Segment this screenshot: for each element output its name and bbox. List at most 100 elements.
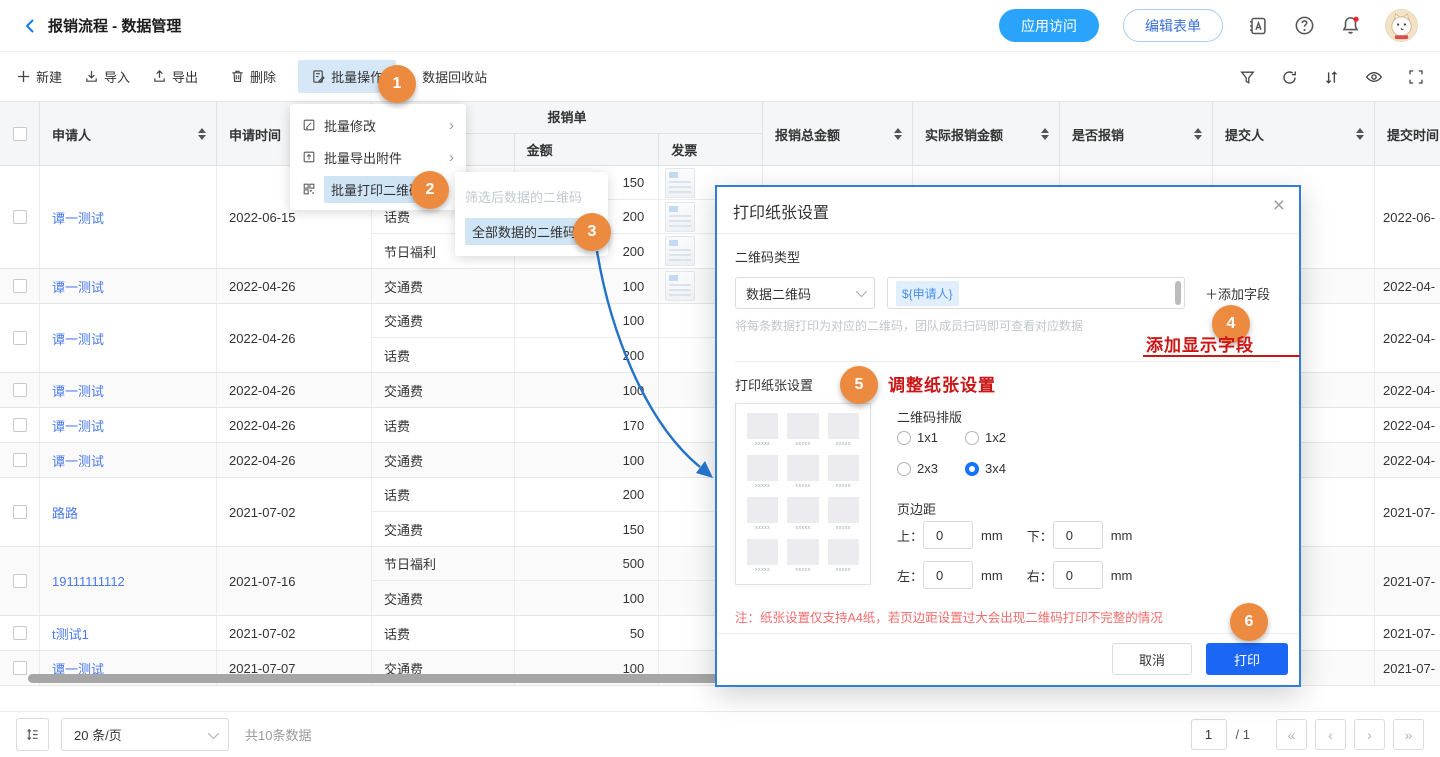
margin-bottom-input[interactable] <box>1053 521 1103 549</box>
radio-option-1x2[interactable]: 1x2 <box>965 430 1006 445</box>
qr-content-input[interactable]: ${申请人} <box>887 277 1185 309</box>
filter-icon[interactable] <box>1239 69 1256 86</box>
app-access-button[interactable]: 应用访问 <box>999 9 1099 42</box>
row-checkbox[interactable] <box>13 661 27 675</box>
import-button[interactable]: 导入 <box>84 67 130 86</box>
radio-option-3x4[interactable]: 3x4 <box>965 461 1006 476</box>
next-page-button[interactable]: › <box>1354 719 1385 750</box>
row-checkbox[interactable] <box>13 505 27 519</box>
field-tag[interactable]: ${申请人} <box>896 281 959 306</box>
radio-icon-selected[interactable] <box>965 462 979 476</box>
margin-top-input[interactable] <box>923 521 973 549</box>
row-checkbox[interactable] <box>13 453 27 467</box>
expense-category-cell: 交通费 <box>372 581 515 615</box>
export-button[interactable]: 导出 <box>152 67 198 86</box>
sort-icon[interactable] <box>1194 128 1202 140</box>
export-icon <box>152 69 167 84</box>
bell-icon[interactable] <box>1339 15 1361 37</box>
row-checkbox[interactable] <box>13 574 27 588</box>
column-header-amount[interactable]: 金额 <box>515 134 660 165</box>
applicant-link[interactable]: 谭一测试 <box>52 381 104 400</box>
applicant-link[interactable]: 路路 <box>52 503 78 522</box>
radio-icon[interactable] <box>897 462 911 476</box>
expense-items: 话费170 <box>372 408 763 442</box>
sort-icon[interactable] <box>1356 128 1364 140</box>
new-record-button[interactable]: 新建 <box>16 67 62 86</box>
row-checkbox[interactable] <box>13 418 27 432</box>
qr-caption: xxxxx <box>795 483 810 489</box>
row-checkbox[interactable] <box>13 210 27 224</box>
applicant-link[interactable]: t测试1 <box>52 624 89 643</box>
prev-page-button[interactable]: ‹ <box>1315 719 1346 750</box>
step-badge-1: 1 <box>378 65 416 103</box>
applicant-link[interactable]: 19111111112 <box>52 574 125 589</box>
applicant-link[interactable]: 谭一测试 <box>52 329 104 348</box>
sort-icon[interactable] <box>1041 128 1049 140</box>
table-toolbar: 新建 导入 导出 删除 批量操作 数据回收站 <box>0 52 1440 102</box>
row-checkbox[interactable] <box>13 626 27 640</box>
invoice-thumbnail[interactable] <box>665 236 695 266</box>
edit-form-button[interactable]: 编辑表单 <box>1123 9 1223 42</box>
qr-caption: xxxxx <box>755 483 770 489</box>
menu-item-batch-export-attachments[interactable]: 批量导出附件 › <box>290 141 466 173</box>
last-page-button[interactable]: » <box>1393 719 1424 750</box>
row-checkbox[interactable] <box>13 331 27 345</box>
column-header-invoice[interactable]: 发票 <box>659 134 762 165</box>
radio-option-1x1[interactable]: 1x1 <box>897 430 938 445</box>
expense-amount-cell: 100 <box>515 304 660 337</box>
radio-icon[interactable] <box>965 431 979 445</box>
eye-icon[interactable] <box>1365 68 1383 86</box>
qr-preview-cell: xxxxx <box>828 497 859 533</box>
fullscreen-icon[interactable] <box>1408 69 1424 85</box>
back-chevron-icon[interactable] <box>22 17 40 35</box>
sort-order-icon[interactable] <box>1323 69 1340 86</box>
sort-icon[interactable] <box>894 128 902 140</box>
sort-icon[interactable] <box>198 128 206 140</box>
divider <box>717 633 1299 634</box>
close-icon[interactable]: × <box>1273 195 1285 216</box>
column-header-total[interactable]: 报销总金额 <box>763 102 913 166</box>
applicant-link[interactable]: 谭一测试 <box>52 277 104 296</box>
applicant-link[interactable]: 谭一测试 <box>52 451 104 470</box>
row-checkbox[interactable] <box>13 383 27 397</box>
recycle-bin-button[interactable]: 数据回收站 <box>422 67 487 86</box>
qr-type-select[interactable]: 数据二维码 <box>735 277 875 309</box>
radio-icon[interactable] <box>897 431 911 445</box>
first-page-button[interactable]: « <box>1276 719 1307 750</box>
delete-button[interactable]: 删除 <box>230 67 276 86</box>
applicant-link[interactable]: 谭一测试 <box>52 416 104 435</box>
apply-time-cell: 2022-04-26 <box>217 373 372 407</box>
print-button[interactable]: 打印 <box>1206 643 1288 675</box>
column-header-submit-time[interactable]: 提交时间 <box>1375 102 1440 166</box>
submenu-item-filtered-data-qrcode[interactable]: 筛选后数据的二维码 <box>455 179 608 214</box>
radio-option-2x3[interactable]: 2x3 <box>897 461 938 476</box>
cancel-button[interactable]: 取消 <box>1112 643 1192 675</box>
refresh-icon[interactable] <box>1281 69 1298 86</box>
column-header-actual[interactable]: 实际报销金额 <box>913 102 1060 166</box>
submit-time-cell: 2022-04- <box>1375 443 1440 477</box>
margin-right-input[interactable] <box>1053 561 1103 589</box>
page-number-input[interactable] <box>1191 719 1227 750</box>
applicant-link[interactable]: 谭一测试 <box>52 208 104 227</box>
column-header-is-reimbursed[interactable]: 是否报销 <box>1060 102 1213 166</box>
row-height-button[interactable] <box>16 718 49 751</box>
row-checkbox[interactable] <box>13 279 27 293</box>
menu-item-batch-edit[interactable]: 批量修改 › <box>290 109 466 141</box>
column-header-applicant[interactable]: 申请人 <box>40 102 217 166</box>
page-size-select[interactable]: 20 条/页 <box>61 718 229 751</box>
invoice-thumbnail[interactable] <box>665 168 695 198</box>
dictionary-icon[interactable] <box>1247 15 1269 37</box>
qr-placeholder <box>828 539 859 565</box>
expense-category-cell: 交通费 <box>372 269 515 303</box>
input-scrollbar[interactable] <box>1175 281 1181 305</box>
help-icon[interactable] <box>1293 15 1315 37</box>
add-field-button[interactable]: ＋添加字段 <box>1205 284 1270 303</box>
select-all-cell <box>0 102 40 166</box>
margin-left-input[interactable] <box>923 561 973 589</box>
select-all-checkbox[interactable] <box>13 127 27 141</box>
column-header-submitter[interactable]: 提交人 <box>1213 102 1375 166</box>
avatar[interactable] <box>1385 9 1418 42</box>
qr-caption: xxxxx <box>836 441 851 447</box>
invoice-thumbnail[interactable] <box>665 271 695 301</box>
invoice-thumbnail[interactable] <box>665 202 695 232</box>
